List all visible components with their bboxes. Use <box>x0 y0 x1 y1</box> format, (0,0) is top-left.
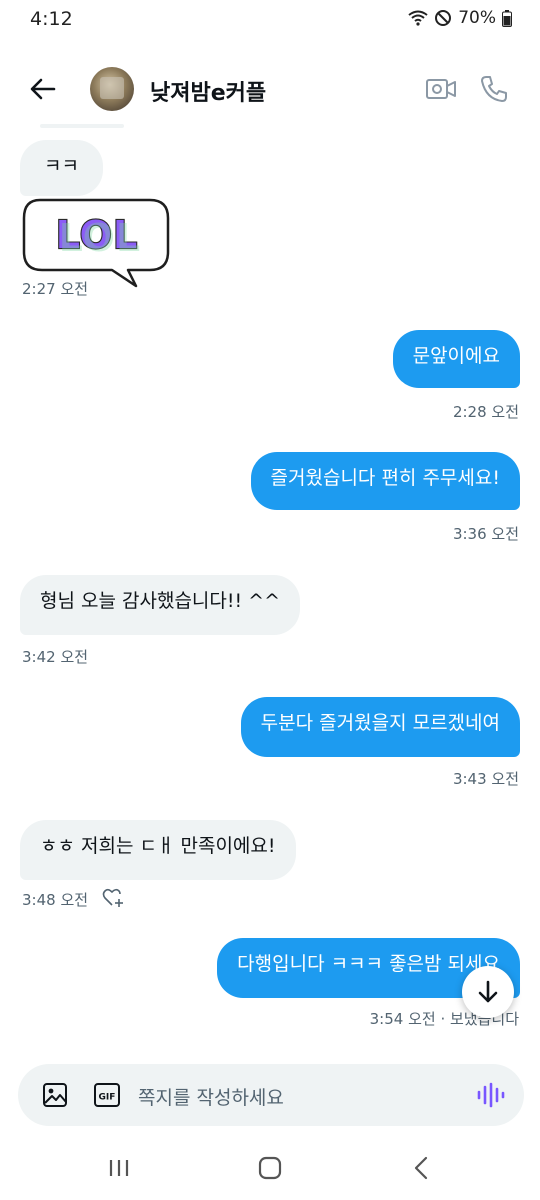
home-button[interactable] <box>256 1154 284 1182</box>
status-icons: 70% <box>408 8 512 28</box>
voice-message-button[interactable] <box>476 1082 506 1108</box>
lol-sticker[interactable]: LOL LOL <box>20 196 170 288</box>
message-timestamp: 3:36 오전 <box>452 525 519 543</box>
message-composer: GIF 쪽지를 작성하세요 <box>18 1064 524 1126</box>
message-input[interactable]: 쪽지를 작성하세요 <box>138 1083 284 1110</box>
system-back-button[interactable] <box>408 1154 436 1182</box>
gif-label: GIF <box>99 1093 116 1103</box>
back-button[interactable] <box>26 72 60 106</box>
status-time: 4:12 <box>30 8 73 30</box>
scroll-to-bottom-button[interactable] <box>462 966 514 1018</box>
message-bubble-sent[interactable]: 즐거웠습니다 편히 주무세요! <box>250 452 520 510</box>
battery-icon <box>502 9 512 27</box>
message-bubble-received[interactable]: ㅎㅎ 저희는 ㄷㅐ 만족이에요! <box>20 820 296 880</box>
message-bubble-sent[interactable]: 문앞이에요 <box>392 330 520 388</box>
system-nav-bar <box>0 1140 540 1200</box>
phone-icon <box>481 76 507 102</box>
chevron-left-icon <box>414 1156 428 1180</box>
phone-call-button[interactable] <box>478 73 510 105</box>
message-timestamp: 3:42 오전 <box>22 648 89 666</box>
message-text: 형님 오늘 감사했습니다!! ^^ <box>40 590 280 612</box>
message-timestamp: 3:48 오전 <box>22 891 89 909</box>
video-call-button[interactable] <box>424 73 458 105</box>
gif-icon: GIF <box>94 1083 120 1107</box>
voice-wave-icon <box>477 1082 505 1108</box>
home-icon <box>258 1156 282 1180</box>
avatar[interactable] <box>90 67 134 111</box>
recent-apps-button[interactable] <box>106 1156 134 1180</box>
message-bubble-received[interactable]: ㅋㅋ <box>20 140 103 196</box>
message-text: 즐거웠습니다 편히 주무세요! <box>270 467 500 489</box>
add-gif-button[interactable]: GIF <box>94 1083 120 1107</box>
do-not-disturb-icon <box>435 10 452 26</box>
image-icon <box>43 1083 67 1107</box>
back-arrow-icon <box>30 78 56 100</box>
message-timestamp: 2:28 오전 <box>452 403 519 421</box>
add-image-button[interactable] <box>42 1082 68 1108</box>
conversation-title[interactable]: 낮져밤e커플 <box>150 75 266 107</box>
message-text: ㅎㅎ 저희는 ㄷㅐ 만족이에요! <box>40 835 276 857</box>
wifi-icon <box>408 10 428 26</box>
message-timestamp: 3:43 오전 <box>452 770 519 788</box>
message-text: 다행입니다 ㅋㅋㅋ 좋은밤 되세요 <box>237 953 500 975</box>
recent-apps-icon <box>109 1160 129 1176</box>
heart-add-icon[interactable] <box>102 888 124 908</box>
message-bubble-sent[interactable]: 두분다 즐거웠을지 모르겠네여 <box>240 697 520 757</box>
arrow-down-icon <box>478 980 498 1003</box>
status-bar: 4:12 70% <box>0 0 540 40</box>
message-bubble-received[interactable]: 형님 오늘 감사했습니다!! ^^ <box>20 575 300 635</box>
video-call-icon <box>426 79 456 99</box>
message-text: 문앞이에요 <box>412 345 500 367</box>
conversation-header: 낮져밤e커플 <box>0 58 540 120</box>
sticker-text-shadow: LOL <box>59 216 141 260</box>
message-text: 두분다 즐거웠을지 모르겠네여 <box>260 712 500 734</box>
previous-message-edge <box>40 124 124 128</box>
message-timestamp: 2:27 오전 <box>22 280 89 298</box>
battery-percent: 70% <box>458 8 496 28</box>
message-text: ㅋㅋ <box>44 155 79 177</box>
